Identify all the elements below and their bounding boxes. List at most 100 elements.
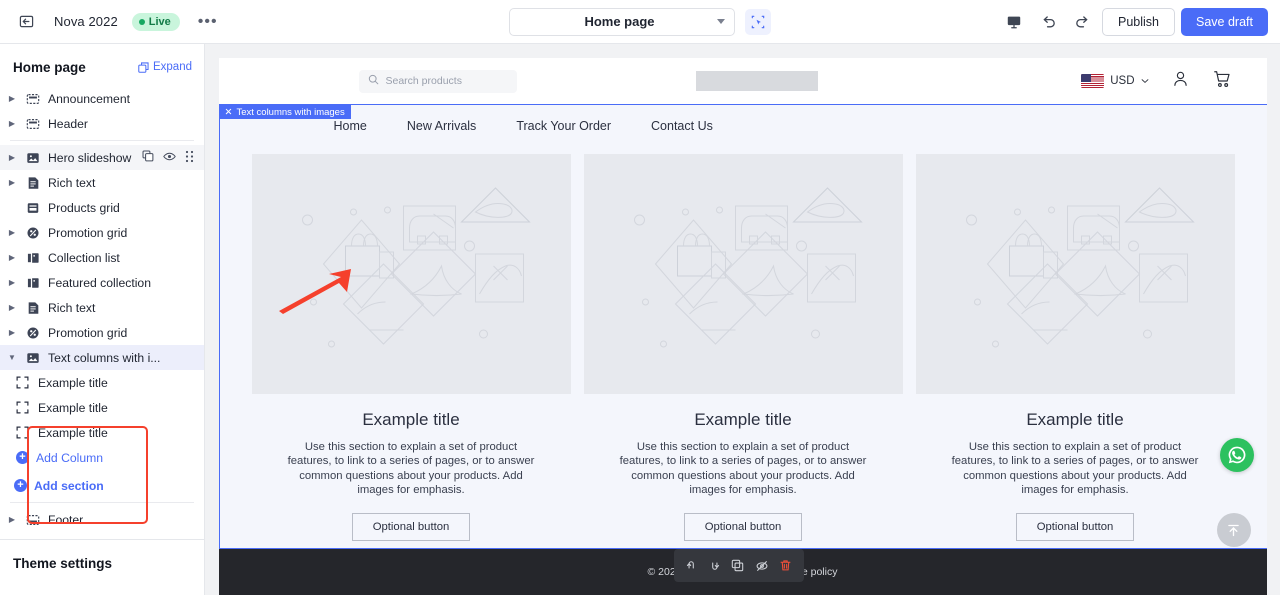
annotation-arrow <box>278 269 351 314</box>
twisty-icon[interactable]: ▶ <box>6 153 18 162</box>
sidebar-item-label: Collection list <box>48 250 120 265</box>
announcement-icon <box>24 92 42 106</box>
undo-icon[interactable] <box>1034 8 1062 36</box>
column-body: Use this section to explain a set of pro… <box>619 441 867 497</box>
search-input[interactable]: Search products <box>358 69 517 93</box>
sidebar-item-text-columns-with-images[interactable]: ▼ Text columns with i... <box>0 345 204 370</box>
optional-button[interactable]: Optional button <box>351 512 471 541</box>
us-flag-icon <box>1081 74 1105 88</box>
move-down-icon[interactable] <box>708 559 721 572</box>
twisty-icon[interactable]: ▶ <box>6 303 18 312</box>
desktop-preview-icon[interactable] <box>1000 8 1028 36</box>
twisty-icon[interactable]: ▶ <box>6 253 18 262</box>
sidebar: Home page Expand ▶ Announcement ▶ Header… <box>0 44 205 595</box>
twisty-icon[interactable]: ▶ <box>6 515 18 524</box>
shopping-cart-icon[interactable] <box>1212 69 1232 94</box>
nav-item-new-arrivals[interactable]: New Arrivals <box>407 119 476 133</box>
collection-icon <box>24 276 42 290</box>
row-actions <box>142 150 194 166</box>
sidebar-item-label: Featured collection <box>48 275 151 290</box>
sidebar-item-announcement[interactable]: ▶ Announcement <box>0 86 204 111</box>
nav-item-home[interactable]: Home <box>334 119 367 133</box>
twisty-icon[interactable]: ▶ <box>6 119 18 128</box>
twisty-icon[interactable]: ▶ <box>6 328 18 337</box>
twisty-icon[interactable]: ▶ <box>6 178 18 187</box>
currency-selector[interactable]: USD <box>1081 74 1149 88</box>
store-logo-placeholder <box>695 71 818 91</box>
twisty-icon[interactable]: ▶ <box>6 228 18 237</box>
sidebar-item-promotion-grid-2[interactable]: ▶ Promotion grid <box>0 320 204 345</box>
sidebar-item-label: Rich text <box>48 300 96 315</box>
duplicate-icon[interactable] <box>142 150 154 165</box>
whatsapp-icon[interactable] <box>1219 438 1254 472</box>
preview-pane: Search products USD ✕ Text columns with … <box>205 44 1280 595</box>
promotion-icon <box>24 326 42 340</box>
eye-icon[interactable] <box>163 150 176 166</box>
more-options-button[interactable]: ••• <box>194 13 222 29</box>
publish-button[interactable]: Publish <box>1102 7 1176 36</box>
section-float-toolbar <box>673 549 804 582</box>
hide-icon[interactable] <box>755 559 769 573</box>
add-section-label: Add section <box>34 478 104 493</box>
sidebar-item-promotion-grid-1[interactable]: ▶ Promotion grid <box>0 220 204 245</box>
sidebar-item-rich-text-2[interactable]: ▶ Rich text <box>0 295 204 320</box>
text-column-1[interactable]: Example title Use this section to explai… <box>251 154 571 541</box>
products-grid-icon <box>24 201 42 215</box>
sidebar-item-hero-slideshow[interactable]: ▶ Hero slideshow <box>0 145 204 170</box>
sidebar-item-header[interactable]: ▶ Header <box>0 111 204 136</box>
back-arrow-icon[interactable] <box>12 8 40 36</box>
sidebar-item-featured-collection[interactable]: ▶ Featured collection <box>0 270 204 295</box>
text-column-3[interactable]: Example title Use this section to explai… <box>915 154 1235 541</box>
sidebar-item-label: Products grid <box>48 200 120 215</box>
sidebar-column-item-3[interactable]: Example title <box>0 420 204 445</box>
add-section-button[interactable]: + Add section <box>0 473 204 498</box>
image-icon <box>24 151 42 165</box>
twisty-icon[interactable]: ▶ <box>6 94 18 103</box>
store-name: Nova 2022 <box>54 14 118 29</box>
search-placeholder: Search products <box>385 75 462 87</box>
page-selector-value: Home page <box>584 14 655 29</box>
delete-icon[interactable] <box>779 559 792 572</box>
sidebar-item-label: Promotion grid <box>48 325 128 340</box>
twisty-icon[interactable]: ▼ <box>6 353 18 362</box>
live-dot-icon <box>138 18 145 25</box>
expand-button[interactable]: Expand <box>138 61 192 73</box>
scroll-to-top-icon[interactable] <box>1216 513 1251 547</box>
sidebar-item-collection-list[interactable]: ▶ Collection list <box>0 245 204 270</box>
storefront-nav: Home New Arrivals Track Your Order Conta… <box>220 105 1267 133</box>
drag-handle-icon[interactable] <box>185 150 194 166</box>
sidebar-item-footer[interactable]: ▶ Footer <box>0 507 204 532</box>
plus-icon: + <box>14 479 27 492</box>
move-up-icon[interactable] <box>685 559 698 572</box>
text-column-2[interactable]: Example title Use this section to explai… <box>583 154 903 541</box>
duplicate-icon[interactable] <box>731 559 744 572</box>
search-icon <box>368 74 379 88</box>
columns-container: Example title Use this section to explai… <box>220 133 1267 541</box>
add-column-button[interactable]: + Add Column <box>0 445 204 470</box>
nav-item-track-your-order[interactable]: Track Your Order <box>516 119 611 133</box>
sidebar-item-products-grid[interactable]: Products grid <box>0 195 204 220</box>
optional-button[interactable]: Optional button <box>1015 512 1135 541</box>
page-selector[interactable]: Home page <box>509 7 735 36</box>
section-label-tag[interactable]: ✕ Text columns with images <box>219 105 351 119</box>
sidebar-column-item-1[interactable]: Example title <box>0 370 204 395</box>
sidebar-item-rich-text-1[interactable]: ▶ Rich text <box>0 170 204 195</box>
text-columns-section[interactable]: ✕ Text columns with images Home New Arri… <box>218 104 1267 549</box>
selection-tool-icon[interactable] <box>745 8 771 35</box>
document-icon <box>24 176 42 190</box>
twisty-icon[interactable]: ▶ <box>6 278 18 287</box>
header-right-actions: USD <box>1081 69 1231 94</box>
redo-icon[interactable] <box>1068 8 1096 36</box>
user-account-icon[interactable] <box>1171 69 1190 93</box>
sidebar-item-label: Announcement <box>48 91 130 106</box>
sidebar-column-item-2[interactable]: Example title <box>0 395 204 420</box>
nav-item-contact-us[interactable]: Contact Us <box>651 119 713 133</box>
optional-button[interactable]: Optional button <box>683 512 803 541</box>
sidebar-header: Home page Expand <box>0 50 204 84</box>
add-column-link[interactable]: + Add Column <box>16 451 103 465</box>
theme-settings-section[interactable]: Theme settings <box>0 539 204 595</box>
column-body: Use this section to explain a set of pro… <box>951 441 1199 497</box>
close-icon[interactable]: ✕ <box>225 107 233 118</box>
add-section-link[interactable]: + Add section <box>14 479 104 493</box>
save-draft-button[interactable]: Save draft <box>1181 7 1268 36</box>
